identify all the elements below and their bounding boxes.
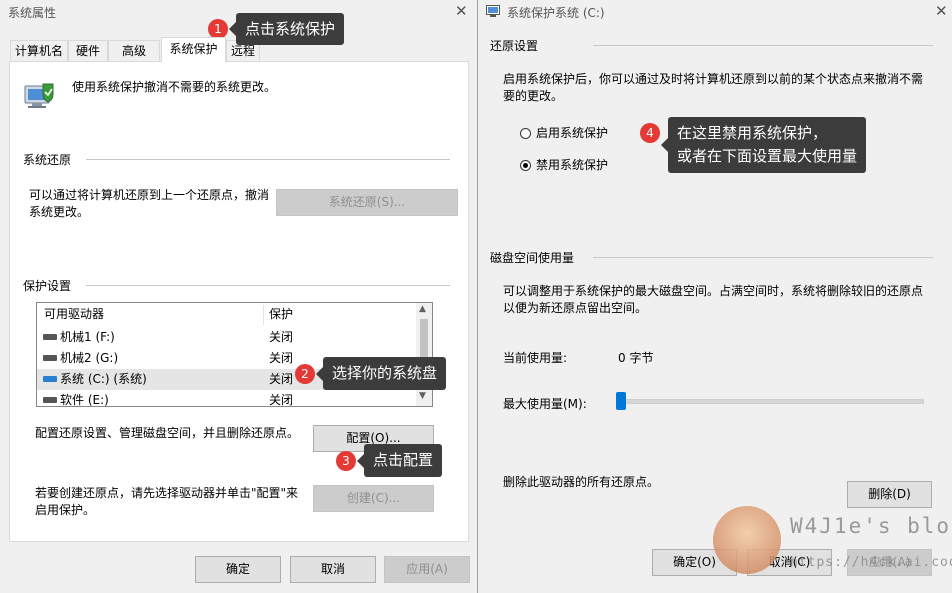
list-scrollbar[interactable]: ▲ ▼ <box>416 303 432 406</box>
watermark-url: https://h4ck.ai.cool <box>790 555 952 570</box>
drive-icon <box>43 355 57 361</box>
protection-settings-heading: 保护设置 <box>23 279 72 293</box>
drive-name: 系统 (C:) (系统) <box>60 372 147 386</box>
drive-name: 机械1 (F:) <box>60 330 115 344</box>
tab-computer-name[interactable]: 计算机名 <box>10 40 68 61</box>
watermark-avatar <box>713 506 781 574</box>
disable-protection-label: 禁用系统保护 <box>536 158 609 172</box>
current-usage-label: 当前使用量: <box>503 351 568 365</box>
drive-row[interactable]: 机械1 (F:) 关闭 <box>37 327 415 348</box>
max-usage-label: 最大使用量(M): <box>503 397 587 411</box>
create-text-line1: 若要创建还原点，请先选择驱动器并单击"配置"来 <box>35 486 299 500</box>
cancel-button[interactable]: 取消 <box>290 556 376 583</box>
create-text-line2: 启用保护。 <box>35 503 96 517</box>
delete-button[interactable]: 删除(D) <box>847 481 932 508</box>
system-restore-heading: 系统还原 <box>23 153 72 167</box>
close-icon[interactable]: ✕ <box>935 2 948 20</box>
dialog-title: 系统保护系统 (C:) <box>507 6 605 20</box>
column-header-drive[interactable]: 可用驱动器 <box>44 303 104 325</box>
step-badge-1: 1 <box>208 19 228 39</box>
system-restore-desc-line2: 系统更改。 <box>29 205 90 219</box>
system-restore-button[interactable]: 系统还原(S)... <box>276 189 458 216</box>
max-usage-slider-thumb[interactable] <box>616 392 626 410</box>
restore-settings-desc-line2: 要的更改。 <box>503 89 564 103</box>
step-badge-3: 3 <box>336 451 356 471</box>
scroll-down-icon[interactable]: ▼ <box>419 391 426 401</box>
system-drive-icon <box>43 376 57 382</box>
intro-text: 使用系统保护撤消不需要的系统更改。 <box>72 80 277 94</box>
divider <box>593 45 933 46</box>
drive-list[interactable]: 可用驱动器 保护 机械1 (F:) 关闭 机械2 (G:) 关闭 系统 (C:)… <box>36 302 433 407</box>
drive-status: 关闭 <box>269 330 294 344</box>
delete-restore-points-text: 删除此驱动器的所有还原点。 <box>503 475 660 489</box>
drive-status: 关闭 <box>269 351 294 365</box>
drive-status: 关闭 <box>269 393 294 407</box>
restore-settings-desc-line1: 启用系统保护后，你可以通过及时将计算机还原到以前的某个状态点来撤消不需 <box>503 72 924 86</box>
disk-usage-desc-line1: 可以调整用于系统保护的最大磁盘空间。占满空间时，系统将删除较旧的还原点 <box>503 284 924 298</box>
tab-advanced[interactable]: 高级 <box>108 40 160 61</box>
tab-system-protection[interactable]: 系统保护 <box>161 37 226 62</box>
step-callout-4: 在这里禁用系统保护， 或者在下面设置最大使用量 <box>660 117 867 173</box>
current-usage-value: 0 字节 <box>618 351 654 365</box>
step-callout-4-line2: 或者在下面设置最大使用量 <box>677 147 858 165</box>
column-separator <box>263 305 264 325</box>
disable-protection-radio[interactable]: 禁用系统保护 <box>519 157 639 174</box>
window-title: 系统属性 <box>8 6 57 20</box>
enable-protection-label: 启用系统保护 <box>536 126 609 140</box>
watermark-title: W4J1e's blog <box>790 514 952 538</box>
apply-button[interactable]: 应用(A) <box>384 556 470 583</box>
disk-usage-heading: 磁盘空间使用量 <box>490 251 575 265</box>
radio-checked-icon[interactable] <box>520 160 531 171</box>
step-callout-3: 点击配置 <box>356 444 443 477</box>
system-restore-desc-line1: 可以通过将计算机还原到上一个还原点，撤消 <box>29 188 270 202</box>
step-callout-4-line1: 在这里禁用系统保护， <box>677 124 828 142</box>
scroll-up-icon[interactable]: ▲ <box>419 304 426 314</box>
ok-button[interactable]: 确定 <box>195 556 281 583</box>
drive-icon <box>43 397 57 403</box>
divider <box>86 159 450 160</box>
radio-unchecked-icon[interactable] <box>520 128 531 139</box>
restore-settings-heading: 还原设置 <box>490 39 539 53</box>
window-app-icon <box>486 5 500 17</box>
max-usage-slider-track[interactable] <box>617 399 924 404</box>
system-properties-window: 系统属性 ✕ 计算机名 硬件 高级 系统保护 远程 使用系统保护撤消不需要的系统… <box>0 0 476 593</box>
drive-row[interactable]: 软件 (E:) 关闭 <box>37 390 415 407</box>
step-callout-2: 选择你的系统盘 <box>315 357 447 390</box>
step-badge-2: 2 <box>295 364 315 384</box>
step-callout-1: 点击系统保护 <box>228 13 345 45</box>
drive-name: 软件 (E:) <box>60 393 109 407</box>
create-button[interactable]: 创建(C)... <box>313 485 434 512</box>
enable-protection-radio[interactable]: 启用系统保护 <box>519 125 639 142</box>
drive-status: 关闭 <box>269 372 294 386</box>
disk-usage-desc-line2: 以便为新还原点留出空间。 <box>503 301 648 315</box>
close-icon[interactable]: ✕ <box>455 2 468 20</box>
configure-text: 配置还原设置、管理磁盘空间，并且删除还原点。 <box>35 426 300 440</box>
tab-hardware[interactable]: 硬件 <box>68 40 108 61</box>
divider <box>593 257 933 258</box>
column-header-protection[interactable]: 保护 <box>269 303 293 325</box>
drive-name: 机械2 (G:) <box>60 351 119 365</box>
divider <box>86 285 450 286</box>
system-protection-icon <box>24 83 54 108</box>
drive-icon <box>43 334 57 340</box>
step-badge-4: 4 <box>640 123 660 143</box>
